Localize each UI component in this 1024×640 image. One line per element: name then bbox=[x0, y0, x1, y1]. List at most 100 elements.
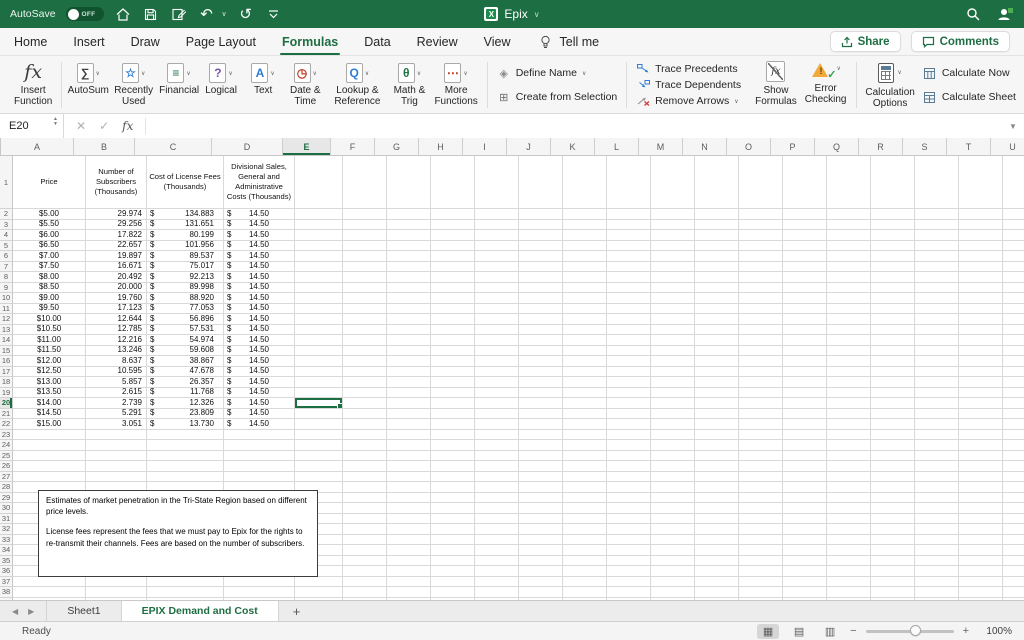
cell-J20[interactable] bbox=[519, 398, 563, 409]
cell-A2[interactable]: $5.00 bbox=[13, 209, 86, 220]
cell-M6[interactable] bbox=[651, 251, 695, 262]
tab-view[interactable]: View bbox=[484, 28, 511, 55]
cell-G21[interactable] bbox=[387, 408, 431, 419]
cell-O25[interactable] bbox=[739, 450, 783, 461]
cell-E6[interactable] bbox=[295, 251, 343, 262]
cell-O15[interactable] bbox=[739, 345, 783, 356]
cell-E4[interactable] bbox=[295, 230, 343, 241]
cell-U36[interactable] bbox=[1003, 566, 1024, 577]
cell-U27[interactable] bbox=[1003, 472, 1024, 482]
cell-G25[interactable] bbox=[387, 450, 431, 461]
cell-M35[interactable] bbox=[651, 555, 695, 566]
cell-J32[interactable] bbox=[519, 524, 563, 535]
cell-M21[interactable] bbox=[651, 408, 695, 419]
toolbar-options-icon[interactable] bbox=[265, 5, 283, 23]
cell-P17[interactable] bbox=[783, 366, 827, 377]
cell-N17[interactable] bbox=[695, 366, 739, 377]
column-header-Q[interactable]: Q bbox=[815, 138, 859, 155]
cell-G12[interactable] bbox=[387, 314, 431, 325]
row-header-30[interactable]: 30 bbox=[0, 503, 13, 514]
cell-O28[interactable] bbox=[739, 482, 783, 493]
cell-M20[interactable] bbox=[651, 398, 695, 409]
cell-L16[interactable] bbox=[607, 356, 651, 367]
cell-U12[interactable] bbox=[1003, 314, 1024, 325]
cell-T7[interactable] bbox=[959, 261, 1003, 272]
cell-I33[interactable] bbox=[475, 534, 519, 545]
cell-D11[interactable]: $14.50 bbox=[224, 303, 295, 314]
cell-R15[interactable] bbox=[871, 345, 915, 356]
cell-P27[interactable] bbox=[783, 471, 827, 482]
cell-Q20[interactable] bbox=[827, 398, 871, 409]
cell-J35[interactable] bbox=[519, 555, 563, 566]
cell-L32[interactable] bbox=[607, 524, 651, 535]
row-header-25[interactable]: 25 bbox=[0, 450, 13, 461]
cell-E14[interactable] bbox=[295, 335, 343, 346]
cell-E16[interactable] bbox=[295, 356, 343, 367]
cell-H4[interactable] bbox=[431, 230, 475, 241]
cell-H36[interactable] bbox=[431, 566, 475, 577]
cell-N37[interactable] bbox=[695, 576, 739, 587]
cell-O9[interactable] bbox=[739, 282, 783, 293]
cell-T25[interactable] bbox=[959, 450, 1003, 461]
cell-K11[interactable] bbox=[563, 303, 607, 314]
cell-K26[interactable] bbox=[563, 461, 607, 472]
cell-T13[interactable] bbox=[959, 324, 1003, 335]
cell-U13[interactable] bbox=[1003, 325, 1024, 335]
cell-B8[interactable]: 20.492 bbox=[86, 272, 147, 283]
cell-S29[interactable] bbox=[915, 492, 959, 503]
cell-A16[interactable]: $12.00 bbox=[13, 356, 86, 367]
cell-I3[interactable] bbox=[475, 219, 519, 230]
cell-I22[interactable] bbox=[475, 419, 519, 430]
cell-A8[interactable]: $8.00 bbox=[13, 272, 86, 283]
cell-M12[interactable] bbox=[651, 314, 695, 325]
cell-D4[interactable]: $14.50 bbox=[224, 230, 295, 241]
column-header-G[interactable]: G bbox=[375, 138, 419, 155]
cell-J3[interactable] bbox=[519, 219, 563, 230]
cell-P10[interactable] bbox=[783, 293, 827, 304]
cell-J7[interactable] bbox=[519, 261, 563, 272]
cell-R19[interactable] bbox=[871, 387, 915, 398]
select-all-corner[interactable] bbox=[0, 138, 1, 155]
cell-A21[interactable]: $14.50 bbox=[13, 408, 86, 419]
cell-I27[interactable] bbox=[475, 471, 519, 482]
cell-Q7[interactable] bbox=[827, 261, 871, 272]
cell-I35[interactable] bbox=[475, 555, 519, 566]
cell-L27[interactable] bbox=[607, 471, 651, 482]
cell-F2[interactable] bbox=[343, 209, 387, 220]
cell-R27[interactable] bbox=[871, 471, 915, 482]
cell-Q14[interactable] bbox=[827, 335, 871, 346]
cell-U25[interactable] bbox=[1003, 451, 1024, 461]
cell-P1[interactable] bbox=[783, 156, 827, 209]
cell-H34[interactable] bbox=[431, 545, 475, 556]
cell-S16[interactable] bbox=[915, 356, 959, 367]
cell-O37[interactable] bbox=[739, 576, 783, 587]
cell-E5[interactable] bbox=[295, 240, 343, 251]
cell-G19[interactable] bbox=[387, 387, 431, 398]
cell-I7[interactable] bbox=[475, 261, 519, 272]
cell-O36[interactable] bbox=[739, 566, 783, 577]
row-header-12[interactable]: 12 bbox=[0, 314, 13, 325]
cell-D38[interactable] bbox=[224, 587, 295, 598]
cell-G38[interactable] bbox=[387, 587, 431, 598]
cell-U5[interactable] bbox=[1003, 241, 1024, 251]
cell-C3[interactable]: $131.651 bbox=[147, 219, 224, 230]
cell-S2[interactable] bbox=[915, 209, 959, 220]
cell-J25[interactable] bbox=[519, 450, 563, 461]
cell-P12[interactable] bbox=[783, 314, 827, 325]
cell-J26[interactable] bbox=[519, 461, 563, 472]
ribbon-button-text[interactable]: A ∨ Text bbox=[242, 59, 284, 111]
cell-Q38[interactable] bbox=[827, 587, 871, 598]
cell-G36[interactable] bbox=[387, 566, 431, 577]
cell-L25[interactable] bbox=[607, 450, 651, 461]
ribbon-button-more-functions[interactable]: ⋯ ∨ More Functions bbox=[430, 59, 481, 111]
cell-T1[interactable] bbox=[959, 156, 1003, 209]
cell-N16[interactable] bbox=[695, 356, 739, 367]
cell-N29[interactable] bbox=[695, 492, 739, 503]
cell-H3[interactable] bbox=[431, 219, 475, 230]
cell-R18[interactable] bbox=[871, 377, 915, 388]
cell-N26[interactable] bbox=[695, 461, 739, 472]
cell-O31[interactable] bbox=[739, 513, 783, 524]
cell-O23[interactable] bbox=[739, 429, 783, 440]
cell-T3[interactable] bbox=[959, 219, 1003, 230]
cell-T20[interactable] bbox=[959, 398, 1003, 409]
